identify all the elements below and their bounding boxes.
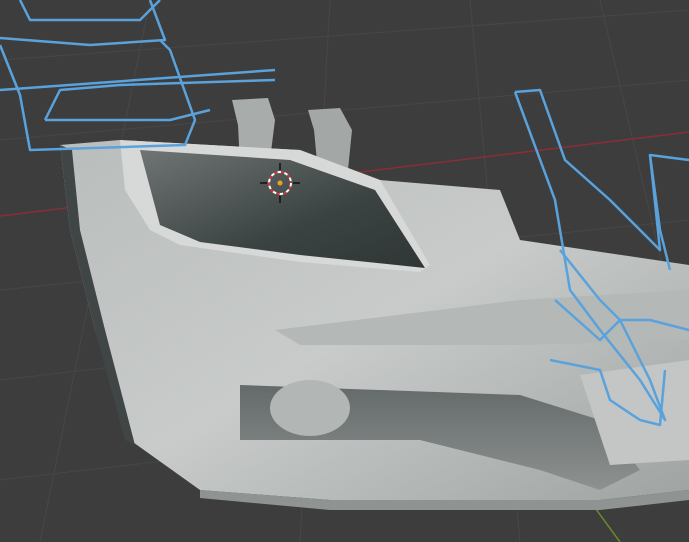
bumper-mesh: [60, 140, 689, 510]
3d-viewport[interactable]: [0, 0, 689, 542]
viewport-canvas[interactable]: [0, 0, 689, 542]
